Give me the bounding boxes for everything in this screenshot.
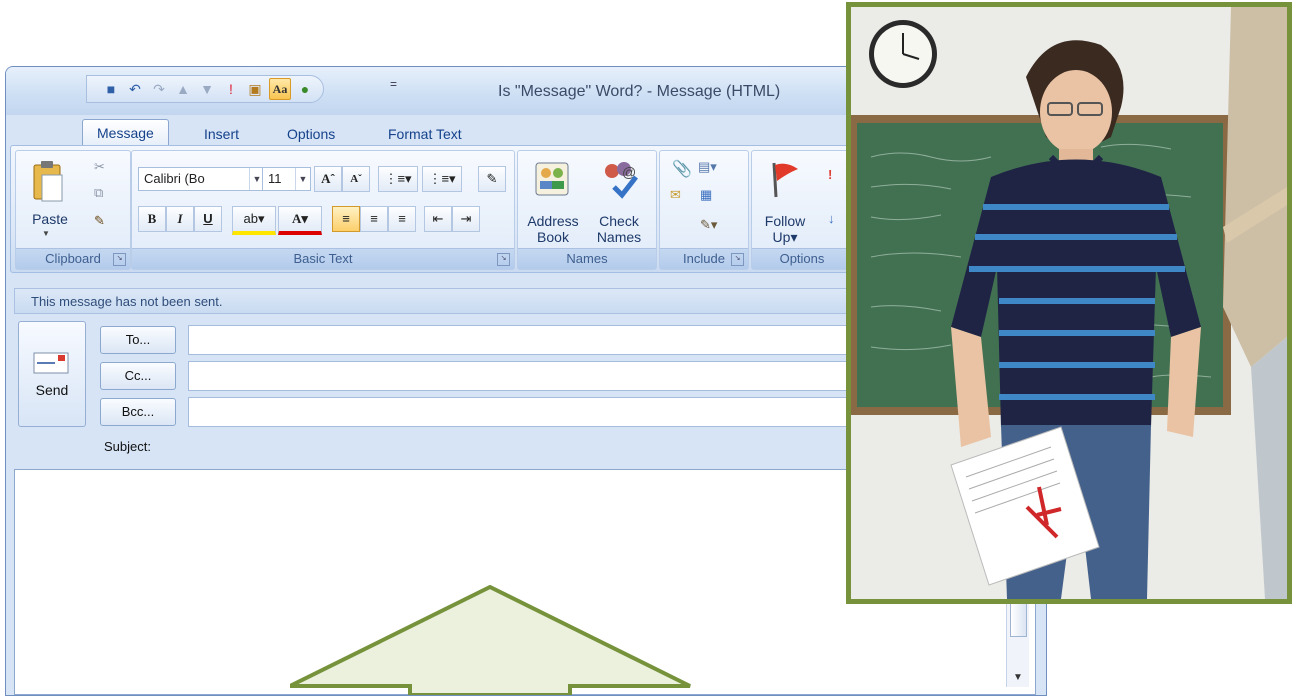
annotation-arrow — [290, 585, 691, 695]
customize-qat-button[interactable]: = — [390, 77, 397, 91]
dialog-launcher-icon[interactable]: ↘ — [731, 253, 744, 266]
student-photo-illustration — [851, 7, 1287, 599]
scrollbar-thumb[interactable] — [1010, 599, 1027, 637]
follow-up-button[interactable]: Follow Up▾ — [756, 213, 814, 245]
font-size-select[interactable]: 11 ▼ — [262, 167, 311, 191]
paste-button[interactable]: Paste — [24, 211, 76, 227]
bold-button[interactable]: B — [138, 206, 166, 232]
shrink-font-button[interactable]: Aˇ — [342, 166, 370, 192]
group-clipboard: Paste ▼ ✂ ⧉ ✎ Clipboard ↘ — [15, 150, 131, 270]
importance-icon[interactable]: ! — [221, 79, 241, 99]
basic-text-label: Basic Text — [132, 248, 514, 269]
underline-button[interactable]: U — [194, 206, 222, 232]
font-color-button[interactable]: A▾ — [278, 206, 322, 235]
paste-icon[interactable] — [32, 159, 66, 203]
tab-format-text[interactable]: Format Text — [388, 123, 462, 145]
undo-icon[interactable]: ↶ — [125, 79, 145, 99]
quick-access-toolbar: ■ ↶ ↷ ▲ ▼ ! ▣ Aa ● — [86, 75, 324, 103]
address-book-icon[interactable] — [534, 159, 570, 199]
dialog-launcher-icon[interactable]: ↘ — [113, 253, 126, 266]
font-name-select[interactable]: Calibri (Bo ▼ — [138, 167, 265, 191]
dialog-launcher-icon[interactable]: ↘ — [497, 253, 510, 266]
up-icon[interactable]: ▲ — [173, 79, 193, 99]
follow-up-flag-icon[interactable] — [768, 159, 802, 199]
attach-file-icon[interactable]: 📎 — [672, 159, 692, 179]
format-painter-icon[interactable]: ✎ — [94, 213, 105, 229]
signature-icon[interactable]: ✎▾ — [700, 217, 717, 233]
window-title: Is "Message" Word? - Message (HTML) — [498, 83, 781, 100]
low-importance-icon[interactable]: ↓ — [828, 211, 835, 226]
cut-icon[interactable]: ✂ — [94, 159, 105, 175]
attach-item-icon[interactable]: ✉ — [670, 187, 681, 203]
chevron-down-icon: ▼ — [295, 168, 310, 190]
vertical-scrollbar[interactable]: ▼ — [1006, 599, 1029, 687]
align-left-button[interactable]: ≡ — [332, 206, 360, 232]
bcc-button[interactable]: Bcc... — [100, 398, 176, 426]
decrease-indent-button[interactable]: ⇤ — [424, 206, 452, 232]
envelope-icon — [33, 352, 69, 374]
increase-indent-button[interactable]: ⇥ — [452, 206, 480, 232]
tab-message[interactable]: Message — [82, 119, 169, 146]
tab-options[interactable]: Options — [287, 123, 335, 145]
group-include: 📎 ▤▾ ✉ ▦ ✎▾ Include ↘ — [659, 150, 749, 270]
save-icon[interactable]: ■ — [101, 79, 121, 99]
scroll-down-icon[interactable]: ▼ — [1007, 669, 1029, 687]
check-names-icon[interactable]: @ — [600, 157, 640, 199]
group-names: @ Address Book Check Names Names — [517, 150, 657, 270]
paste-dropdown-icon[interactable]: ▼ — [42, 229, 50, 238]
subject-label: Subject: — [104, 439, 151, 454]
italic-button[interactable]: I — [166, 206, 194, 232]
to-button[interactable]: To... — [100, 326, 176, 354]
calendar-icon[interactable]: ▦ — [700, 187, 712, 203]
high-importance-icon[interactable]: ! — [828, 167, 832, 182]
down-icon[interactable]: ▼ — [197, 79, 217, 99]
send-label: Send — [35, 382, 69, 398]
cc-button[interactable]: Cc... — [100, 362, 176, 390]
numbering-button[interactable]: ⋮≡▾ — [422, 166, 462, 192]
redo-icon[interactable]: ↷ — [149, 79, 169, 99]
highlight-button[interactable]: ab▾ — [232, 206, 276, 235]
names-label: Names — [518, 248, 656, 269]
options-label: Options — [752, 248, 852, 269]
business-card-icon[interactable]: ▤▾ — [698, 159, 717, 175]
paste-icon[interactable]: ▣ — [245, 79, 265, 99]
align-right-button[interactable]: ≡ — [388, 206, 416, 232]
classroom-photo — [846, 2, 1292, 604]
send-button[interactable]: Send — [18, 321, 86, 427]
bullets-button[interactable]: ⋮≡▾ — [378, 166, 418, 192]
check-names-button[interactable]: Check Names — [588, 213, 650, 245]
styles-icon[interactable]: ✎ — [478, 166, 506, 192]
grow-font-button[interactable]: Aˆ — [314, 166, 342, 192]
address-book-button[interactable]: Address Book — [522, 213, 584, 245]
web-icon[interactable]: ● — [295, 79, 315, 99]
theme-icon[interactable]: Aa — [269, 78, 291, 100]
group-options: Follow Up▾ ! ↓ Options — [751, 150, 853, 270]
copy-icon[interactable]: ⧉ — [94, 185, 103, 201]
group-basic-text: Calibri (Bo ▼ 11 ▼ Aˆ Aˇ ⋮≡▾ ⋮≡▾ ✎ B I U a… — [131, 150, 515, 270]
align-center-button[interactable]: ≡ — [360, 206, 388, 232]
tab-insert[interactable]: Insert — [204, 123, 239, 145]
